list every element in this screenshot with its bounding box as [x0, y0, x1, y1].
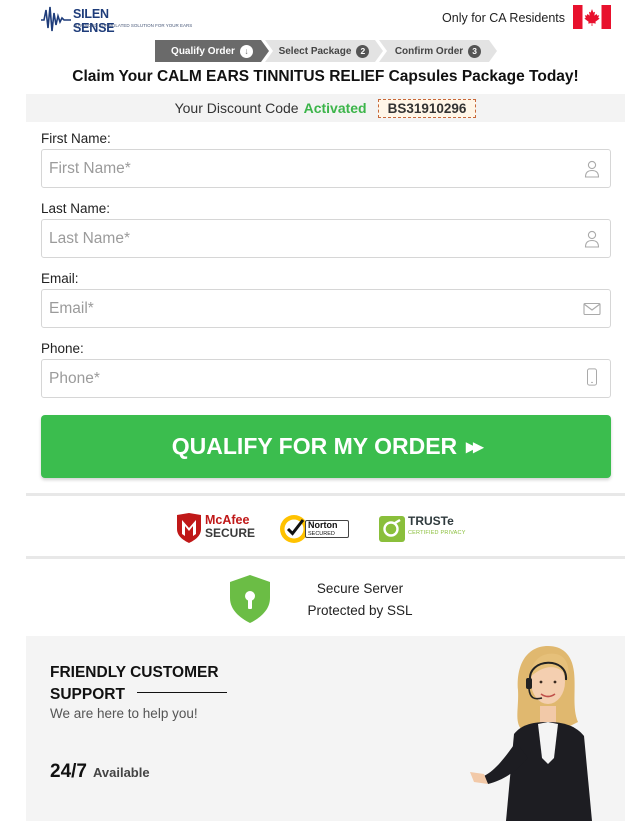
step-select-package: Select Package 2 — [265, 40, 383, 62]
first-name-input[interactable] — [41, 149, 611, 188]
truste-text: TRUSTe CERTIFIED PRIVACY — [408, 515, 466, 539]
lock-shield-icon — [230, 575, 270, 623]
section-divider — [26, 556, 625, 559]
checkout-progress: Qualify Order ↓ Select Package 2 Confirm… — [155, 40, 500, 62]
phone-icon — [587, 368, 597, 386]
residents-notice: Only for CA Residents — [442, 11, 565, 25]
qualify-button-label: QUALIFY FOR MY ORDER — [171, 433, 458, 459]
truste-certified: CERTIFIED PRIVACY — [408, 530, 466, 536]
ssl-line-1: Secure Server — [316, 581, 404, 596]
last-name-input[interactable] — [41, 219, 611, 258]
norton-secured: SECURED — [308, 531, 335, 537]
email-input[interactable] — [41, 289, 611, 328]
user-icon — [584, 160, 600, 178]
double-arrow-icon: ▸▸ — [466, 436, 483, 458]
truste-name: TRUSTe — [408, 514, 454, 528]
discount-banner: Your Discount Code Activated BS31910296 — [26, 94, 625, 122]
user-icon — [584, 230, 600, 248]
qualify-order-button[interactable]: QUALIFY FOR MY ORDER ▸▸ — [41, 415, 611, 478]
title-underline — [137, 692, 227, 693]
step-label: Qualify Order — [171, 45, 235, 57]
phone-label: Phone: — [41, 341, 84, 356]
customer-support-section: FRIENDLY CUSTOMER SUPPORT We are here to… — [26, 636, 625, 821]
page-headline: Claim Your CALM EARS TINNITUS RELIEF Cap… — [72, 68, 579, 85]
phone-input[interactable] — [41, 359, 611, 398]
site-header: SILEN SENSE ADVANCED FORMULATED SOLUTION… — [0, 0, 625, 38]
canada-flag-icon — [573, 5, 611, 29]
envelope-icon — [583, 302, 601, 316]
ssl-notice: Secure Server Protected by SSL — [290, 578, 430, 622]
hours-value: 24/7 — [50, 761, 87, 782]
support-hours: 24/7 Available — [50, 761, 150, 783]
step-qualify-order: Qualify Order ↓ — [155, 40, 269, 62]
norton-name: Norton — [308, 520, 338, 530]
mcafee-name: McAfee — [205, 513, 250, 527]
step-label: Select Package — [278, 45, 352, 57]
mcafee-text: McAfee SECURE — [205, 514, 255, 540]
truste-badge: TRUSTe CERTIFIED PRIVACY — [379, 510, 479, 546]
mcafee-badge: McAfee SECURE — [176, 510, 266, 546]
step-label: Confirm Order — [394, 45, 464, 57]
section-divider — [26, 493, 625, 496]
ssl-line-2: Protected by SSL — [307, 603, 413, 618]
support-agent-image — [470, 646, 592, 821]
mcafee-shield-icon — [177, 513, 201, 543]
logo-name: SILEN SENSE — [73, 7, 115, 35]
norton-label: Norton SECURED — [305, 520, 349, 538]
discount-prefix: Your Discount Code — [174, 100, 299, 116]
truste-check-icon — [379, 516, 405, 542]
discount-code: BS31910296 — [377, 98, 477, 118]
norton-badge: Norton SECURED — [278, 510, 358, 546]
step-number: 3 — [468, 44, 482, 58]
first-name-label: First Name: — [41, 131, 111, 146]
support-title: FRIENDLY CUSTOMER SUPPORT — [50, 664, 219, 703]
arrow-down-icon: ↓ — [239, 44, 253, 58]
hours-label: Available — [92, 765, 150, 780]
brand-logo[interactable]: SILEN SENSE ADVANCED FORMULATED SOLUTION… — [40, 4, 192, 35]
logo-tagline: ADVANCED FORMULATED SOLUTION FOR YOUR EA… — [73, 23, 193, 28]
support-subtitle: We are here to help you! — [50, 706, 198, 721]
discount-status: Activated — [303, 100, 367, 116]
last-name-label: Last Name: — [41, 201, 111, 216]
email-label: Email: — [41, 271, 79, 286]
soundwave-logo-icon — [41, 6, 71, 32]
step-number: 2 — [356, 44, 370, 58]
mcafee-secure: SECURE — [205, 526, 256, 540]
step-confirm-order: Confirm Order 3 — [379, 40, 497, 62]
